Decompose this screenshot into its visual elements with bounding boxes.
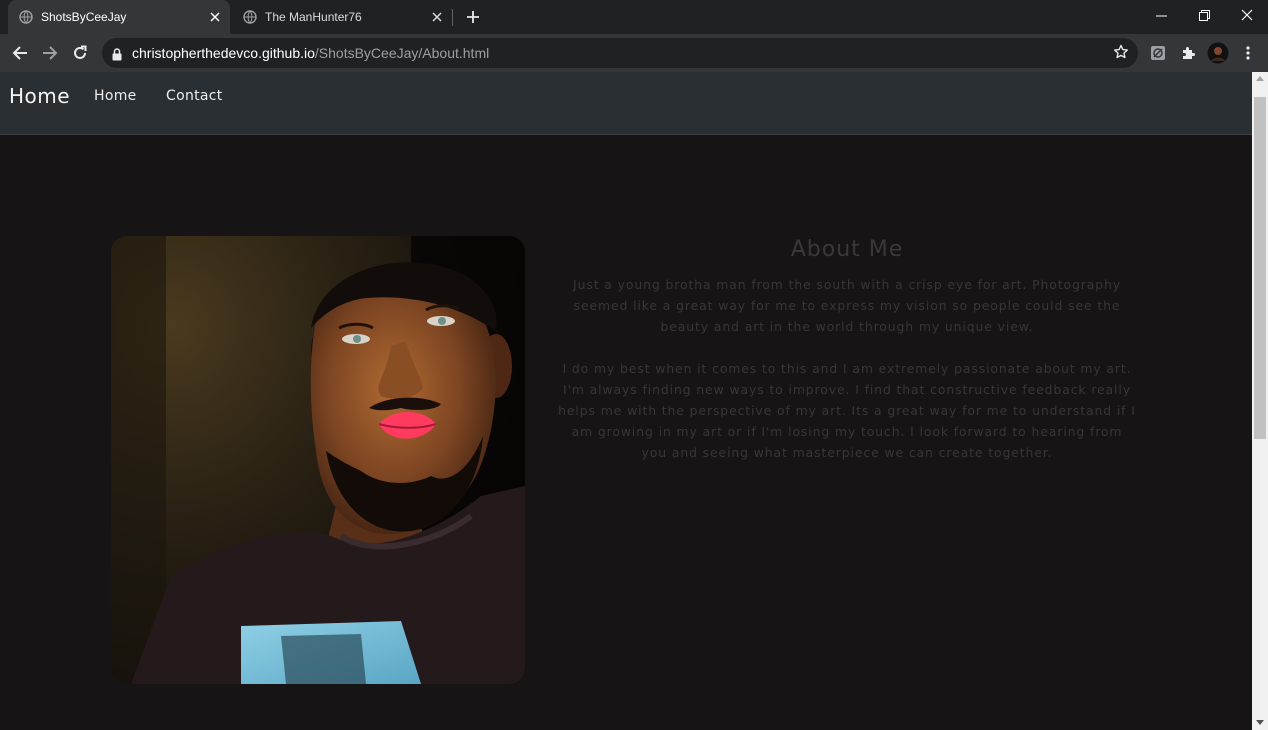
- about-title: About Me: [790, 237, 904, 262]
- lock-icon[interactable]: [112, 46, 122, 65]
- new-tab-icon[interactable]: [463, 7, 483, 27]
- forward-arrow-icon[interactable]: [37, 40, 63, 66]
- scroll-down-icon[interactable]: [1256, 720, 1264, 725]
- scrollbar-thumb[interactable]: [1254, 97, 1266, 439]
- nav-link-home[interactable]: Home: [94, 88, 137, 104]
- extension-icon[interactable]: [1149, 44, 1167, 62]
- back-arrow-icon[interactable]: [7, 40, 33, 66]
- close-tab-icon[interactable]: [206, 8, 224, 26]
- browser-toolbar: christopherthedevco.github.io/ShotsByCee…: [0, 34, 1268, 72]
- url-path: /ShotsByCeeJay/About.html: [314, 45, 490, 61]
- reload-icon[interactable]: [67, 40, 93, 66]
- url-text: christopherthedevco.github.io/ShotsByCee…: [132, 45, 489, 61]
- close-window-icon[interactable]: [1226, 0, 1268, 30]
- scroll-up-icon[interactable]: [1256, 76, 1264, 81]
- page-viewport: Home Home Contact About Me Just a young …: [0, 72, 1252, 730]
- minimize-icon[interactable]: [1140, 0, 1182, 30]
- brand-home-link[interactable]: Home: [9, 84, 70, 108]
- page-scrollbar[interactable]: [1252, 72, 1268, 730]
- url-host: christopherthedevco.github.io: [132, 45, 315, 61]
- tab-divider: [452, 9, 453, 26]
- kebab-menu-icon[interactable]: [1239, 44, 1257, 62]
- site-navbar: Home Home Contact: [0, 72, 1252, 135]
- about-paragraph-2: I do my best when it comes to this and I…: [558, 361, 1136, 460]
- nav-link-contact[interactable]: Contact: [166, 88, 223, 104]
- tab-title: ShotsByCeeJay: [41, 10, 127, 24]
- address-bar[interactable]: christopherthedevco.github.io/ShotsByCee…: [102, 38, 1138, 68]
- globe-icon: [243, 10, 257, 24]
- globe-icon: [19, 10, 33, 24]
- puzzle-icon[interactable]: [1179, 44, 1197, 62]
- avatar[interactable]: [1207, 42, 1229, 64]
- about-paragraph-1: Just a young brotha man from the south w…: [573, 277, 1121, 334]
- tab-title: The ManHunter76: [265, 10, 362, 24]
- tab-the-manhunter76[interactable]: The ManHunter76: [232, 0, 452, 34]
- tab-shotsbyceejay[interactable]: ShotsByCeeJay: [8, 0, 230, 34]
- browser-tab-strip: ShotsByCeeJay The ManHunter76: [0, 0, 1268, 34]
- star-icon[interactable]: [1113, 44, 1129, 64]
- restore-icon[interactable]: [1183, 0, 1225, 30]
- close-tab-icon[interactable]: [428, 8, 446, 26]
- profile-photo: [111, 236, 525, 684]
